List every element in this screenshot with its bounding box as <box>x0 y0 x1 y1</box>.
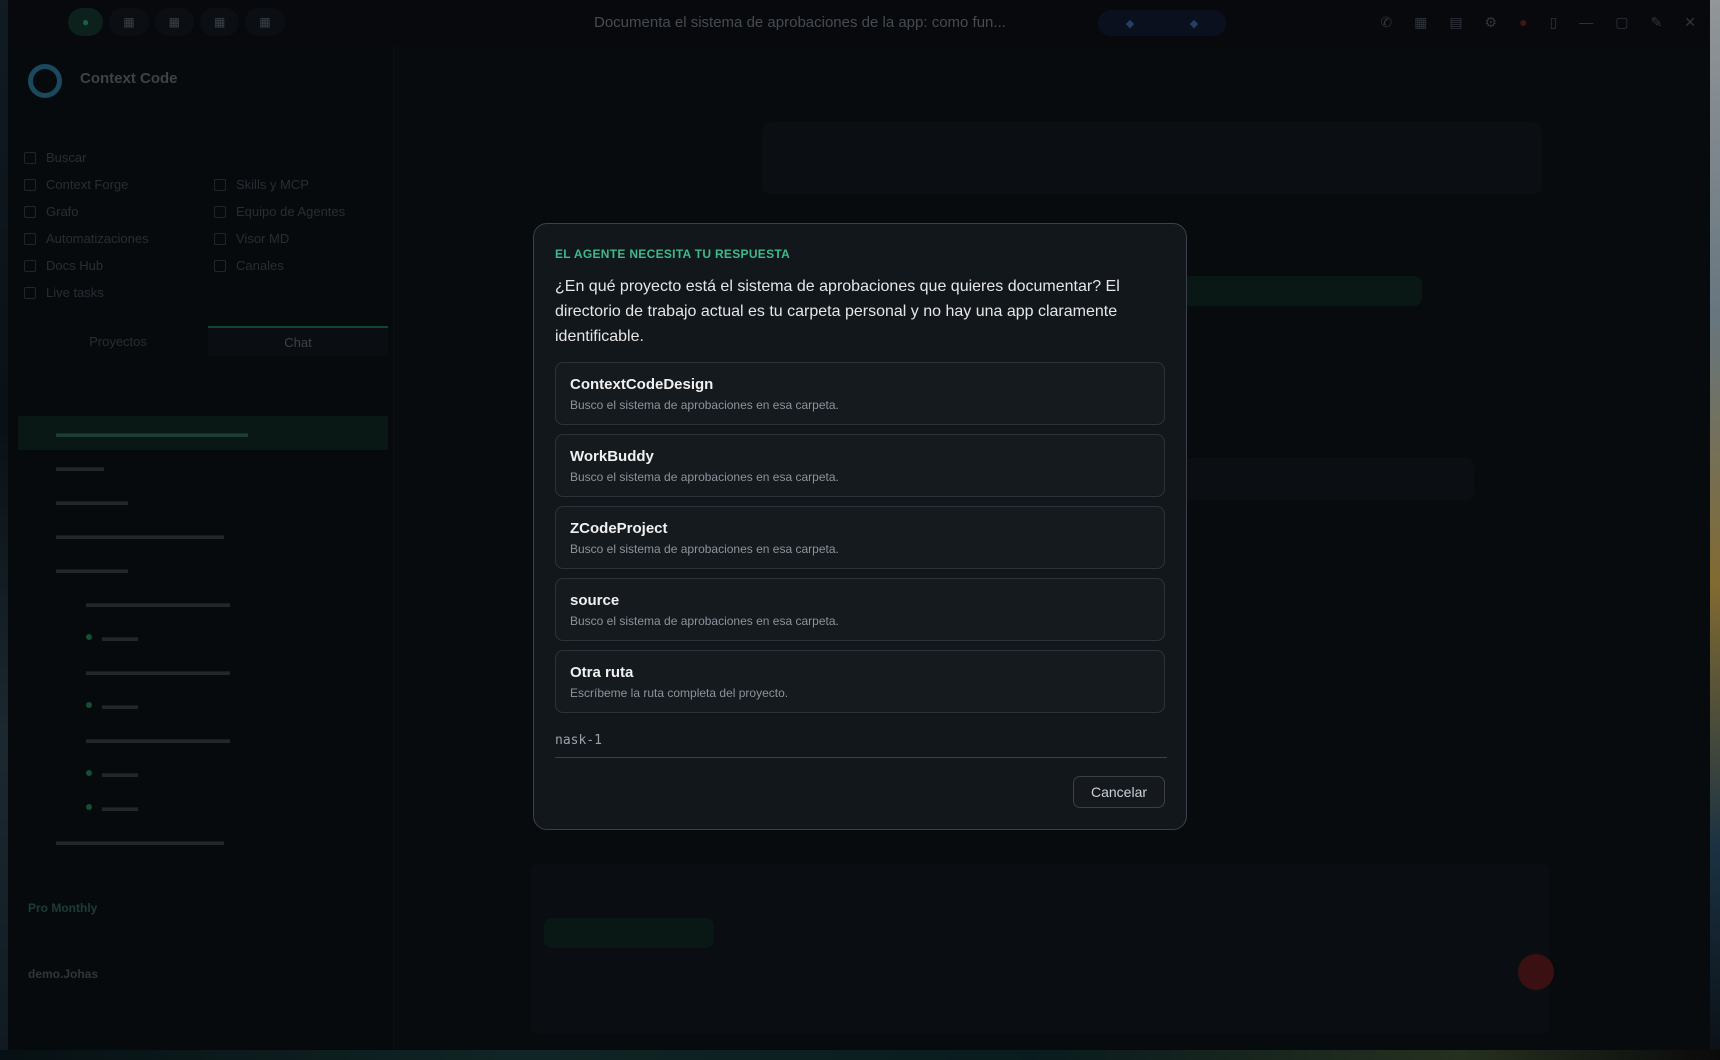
option-title: source <box>570 592 620 609</box>
option-description: Escríbeme la ruta completa del proyecto. <box>570 686 789 700</box>
dialog-question: ¿En qué proyecto está el sistema de apro… <box>555 278 1120 345</box>
option-title: ZCodeProject <box>570 520 668 537</box>
option-description: Busco el sistema de aprobaciones en esa … <box>570 470 839 484</box>
option-title: Otra ruta <box>570 664 634 681</box>
option-button[interactable]: source Busco el sistema de aprobaciones … <box>555 578 1165 641</box>
option-description: Busco el sistema de aprobaciones en esa … <box>570 398 839 412</box>
custom-answer-input[interactable] <box>555 724 1167 758</box>
dialog-label: EL AGENTE NECESITA TU RESPUESTA <box>555 247 791 261</box>
cancel-button[interactable]: Cancelar <box>1073 776 1165 808</box>
option-button[interactable]: Otra ruta Escríbeme la ruta completa del… <box>555 650 1165 713</box>
option-button[interactable]: ContextCodeDesign Busco el sistema de ap… <box>555 362 1165 425</box>
option-description: Busco el sistema de aprobaciones en esa … <box>570 614 839 628</box>
option-description: Busco el sistema de aprobaciones en esa … <box>570 542 839 556</box>
option-title: WorkBuddy <box>570 448 654 465</box>
option-button[interactable]: WorkBuddy Busco el sistema de aprobacion… <box>555 434 1165 497</box>
option-title: ContextCodeDesign <box>570 376 714 393</box>
agent-question-dialog: EL AGENTE NECESITA TU RESPUESTA ¿En qué … <box>533 223 1187 830</box>
option-button[interactable]: ZCodeProject Busco el sistema de aprobac… <box>555 506 1165 569</box>
